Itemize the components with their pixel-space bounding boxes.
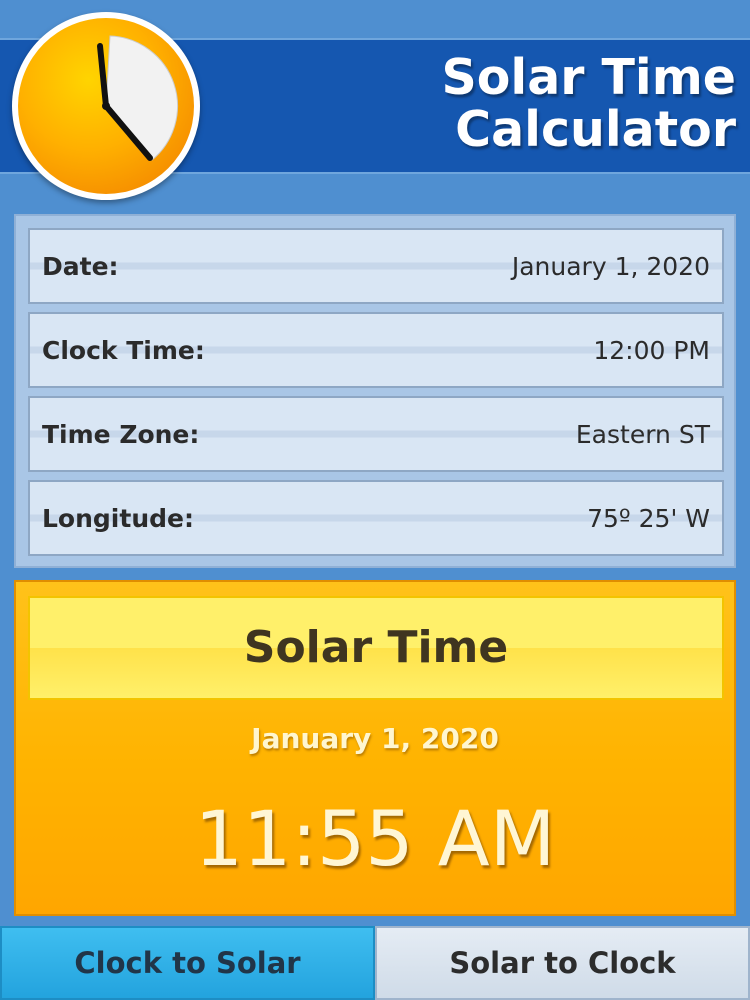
longitude-field[interactable]: Longitude: 75º 25' W — [28, 480, 724, 556]
result-heading: Solar Time — [243, 622, 509, 673]
solar-to-clock-button[interactable]: Solar to Clock — [375, 926, 750, 1000]
result-time: 11:55 AM — [194, 794, 556, 883]
result-date: January 1, 2020 — [251, 722, 499, 755]
result-panel: Solar Time January 1, 2020 11:55 AM — [14, 580, 736, 916]
clock-time-label: Clock Time: — [42, 336, 205, 365]
longitude-label: Longitude: — [42, 504, 194, 533]
result-heading-box: Solar Time — [28, 596, 724, 700]
clock-time-field[interactable]: Clock Time: 12:00 PM — [28, 312, 724, 388]
date-label: Date: — [42, 252, 119, 281]
input-panel: Date: January 1, 2020 Clock Time: 12:00 … — [14, 214, 736, 568]
time-zone-value: Eastern ST — [575, 420, 710, 449]
time-zone-field[interactable]: Time Zone: Eastern ST — [28, 396, 724, 472]
time-zone-label: Time Zone: — [42, 420, 200, 449]
longitude-value: 75º 25' W — [587, 504, 710, 533]
clock-time-value: 12:00 PM — [593, 336, 710, 365]
app-logo — [12, 12, 200, 200]
app-title: Solar Time Calculator — [441, 49, 736, 158]
date-field[interactable]: Date: January 1, 2020 — [28, 228, 724, 304]
clock-to-solar-button[interactable]: Clock to Solar — [0, 926, 375, 1000]
date-value: January 1, 2020 — [511, 252, 710, 281]
clock-icon — [97, 35, 179, 161]
